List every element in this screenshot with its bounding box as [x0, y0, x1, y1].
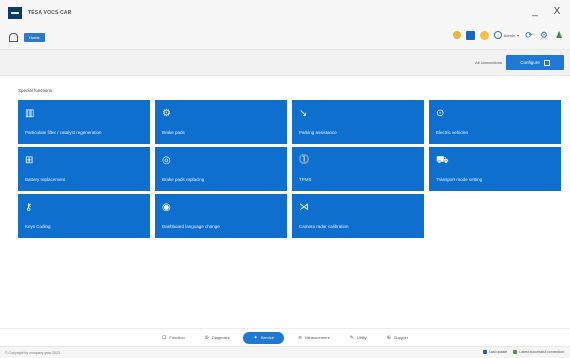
- app-title: TESA VOCS CAR: [28, 10, 72, 16]
- parking-icon: ↘: [299, 108, 308, 119]
- tile-label: Dashboard language change: [162, 224, 220, 229]
- update-icon: [482, 350, 487, 354]
- minimize-button[interactable]: _: [528, 4, 542, 20]
- tile-parking-assistance[interactable]: ↘ Parking assistance: [292, 100, 424, 144]
- tab-label: Utility: [356, 335, 367, 340]
- connection-icon: [513, 350, 518, 354]
- tile-label: Transport mode setting: [436, 177, 483, 182]
- tile-transport-mode[interactable]: ⛟ Transport mode setting: [429, 147, 561, 191]
- breadcrumb[interactable]: Home: [24, 33, 45, 42]
- chevron-down-icon: ▾: [516, 32, 519, 38]
- title-bar: TESA VOCS CAR _ X: [0, 0, 570, 26]
- tab-label: Measurement: [305, 335, 330, 340]
- copyright-text: © Copyright by company year 2023: [5, 351, 60, 355]
- warning-icon[interactable]: [452, 31, 461, 39]
- tile-label: Brake pads replacing: [162, 177, 205, 182]
- tile-tpms[interactable]: ⓵ TPMS: [292, 147, 424, 191]
- tile-electric-vehicles[interactable]: ⊙ Electric vehicles: [429, 100, 561, 144]
- tab-measurement[interactable]: ≋ Measurement: [292, 332, 336, 344]
- brake-icon: ⚙: [162, 108, 171, 119]
- last-update-status: Last update: [482, 350, 508, 354]
- all-connections-link[interactable]: All connections: [475, 60, 502, 65]
- tile-label: TPMS: [299, 177, 312, 182]
- configure-button[interactable]: Configure: [506, 55, 564, 70]
- tab-service[interactable]: ✦ Service: [243, 331, 284, 344]
- diagnosis-icon: ⊛: [204, 334, 209, 341]
- home-icon[interactable]: [9, 33, 18, 42]
- configure-label: Configure: [520, 60, 540, 65]
- tile-brake-pads[interactable]: ⚙ Brake pads: [155, 100, 287, 144]
- account-icon[interactable]: ♟: [554, 30, 564, 40]
- utility-icon: ✎: [349, 334, 354, 341]
- camera-radar-icon: ⋊: [299, 202, 309, 213]
- function-tile-grid: ▥ Particulate filter / catalyst regenera…: [18, 100, 562, 238]
- tire-pressure-icon: ⓵: [299, 155, 309, 166]
- tile-label: Particulate filter / catalyst regenerati…: [25, 130, 102, 135]
- filter-icon: ▥: [25, 108, 35, 119]
- external-window-icon: [543, 59, 550, 66]
- tab-label: Service: [260, 335, 274, 340]
- function-icon: ⊡: [162, 334, 167, 341]
- tile-particulate-filter[interactable]: ▥ Particulate filter / catalyst regenera…: [18, 100, 150, 144]
- tile-label: Camera radar calibration: [299, 224, 349, 229]
- tile-label: Parking assistance: [299, 130, 337, 135]
- user-menu[interactable]: Admin ▾: [493, 31, 519, 39]
- section-title: Special functions: [18, 88, 53, 93]
- truck-icon: ⛟: [436, 155, 449, 166]
- tile-camera-radar-calibration[interactable]: ⋊ Camera radar calibration: [292, 194, 424, 238]
- app-logo: [8, 7, 22, 19]
- user-globe-icon: [493, 31, 502, 39]
- last-update-label: Last update: [488, 350, 508, 354]
- window-controls: _ X: [528, 4, 564, 20]
- tile-label: Brake pads: [162, 130, 185, 135]
- close-button[interactable]: X: [550, 4, 564, 20]
- tile-brake-pads-replacing[interactable]: ◎ Brake pads replacing: [155, 147, 287, 191]
- toolbar: Home Admin ▾ ⟳ ⚙ ♟: [0, 26, 570, 50]
- settings-icon[interactable]: ⚙: [539, 30, 549, 40]
- bottom-nav: ⊡ Function ⊛ Diagnosis ✦ Service ≋ Measu…: [0, 328, 570, 346]
- dashboard-icon: ◉: [162, 202, 171, 213]
- save-icon[interactable]: [465, 30, 475, 40]
- status-right: Last update Latest successful connection: [482, 350, 564, 354]
- action-bar: All connections Configure: [0, 50, 570, 76]
- refresh-icon[interactable]: ⟳: [524, 30, 534, 40]
- tab-utility[interactable]: ✎ Utility: [344, 332, 373, 344]
- tab-diagnosis[interactable]: ⊛ Diagnosis: [199, 332, 236, 344]
- tab-label: Diagnosis: [211, 335, 230, 340]
- sun-icon[interactable]: [479, 30, 489, 40]
- tile-label: Battery replacement: [25, 177, 66, 182]
- support-icon: ⊕: [386, 334, 391, 341]
- connection-status: Latest successful connection: [513, 350, 564, 354]
- brake-disc-icon: ◎: [162, 155, 171, 166]
- tile-label: Electric vehicles: [436, 130, 469, 135]
- tile-label: Keys Coding: [25, 224, 51, 229]
- tab-label: Function: [169, 335, 185, 340]
- electric-icon: ⊙: [436, 108, 445, 119]
- tab-function[interactable]: ⊡ Function: [156, 332, 191, 344]
- tile-dashboard-language[interactable]: ◉ Dashboard language change: [155, 194, 287, 238]
- tab-label: Support: [393, 335, 408, 340]
- key-icon: ⚷: [25, 202, 33, 213]
- battery-icon: ⊞: [25, 155, 34, 166]
- tile-battery-replacement[interactable]: ⊞ Battery replacement: [18, 147, 150, 191]
- connection-label: Latest successful connection: [519, 350, 564, 354]
- user-label: Admin: [503, 32, 515, 38]
- tile-keys-coding[interactable]: ⚷ Keys Coding: [18, 194, 150, 238]
- toolbar-right: Admin ▾ ⟳ ⚙ ♟: [452, 30, 564, 40]
- status-bar: © Copyright by company year 2023 Last up…: [0, 346, 570, 358]
- tab-support[interactable]: ⊕ Support: [381, 332, 414, 344]
- measurement-icon: ≋: [298, 334, 303, 341]
- service-icon: ✦: [253, 334, 258, 341]
